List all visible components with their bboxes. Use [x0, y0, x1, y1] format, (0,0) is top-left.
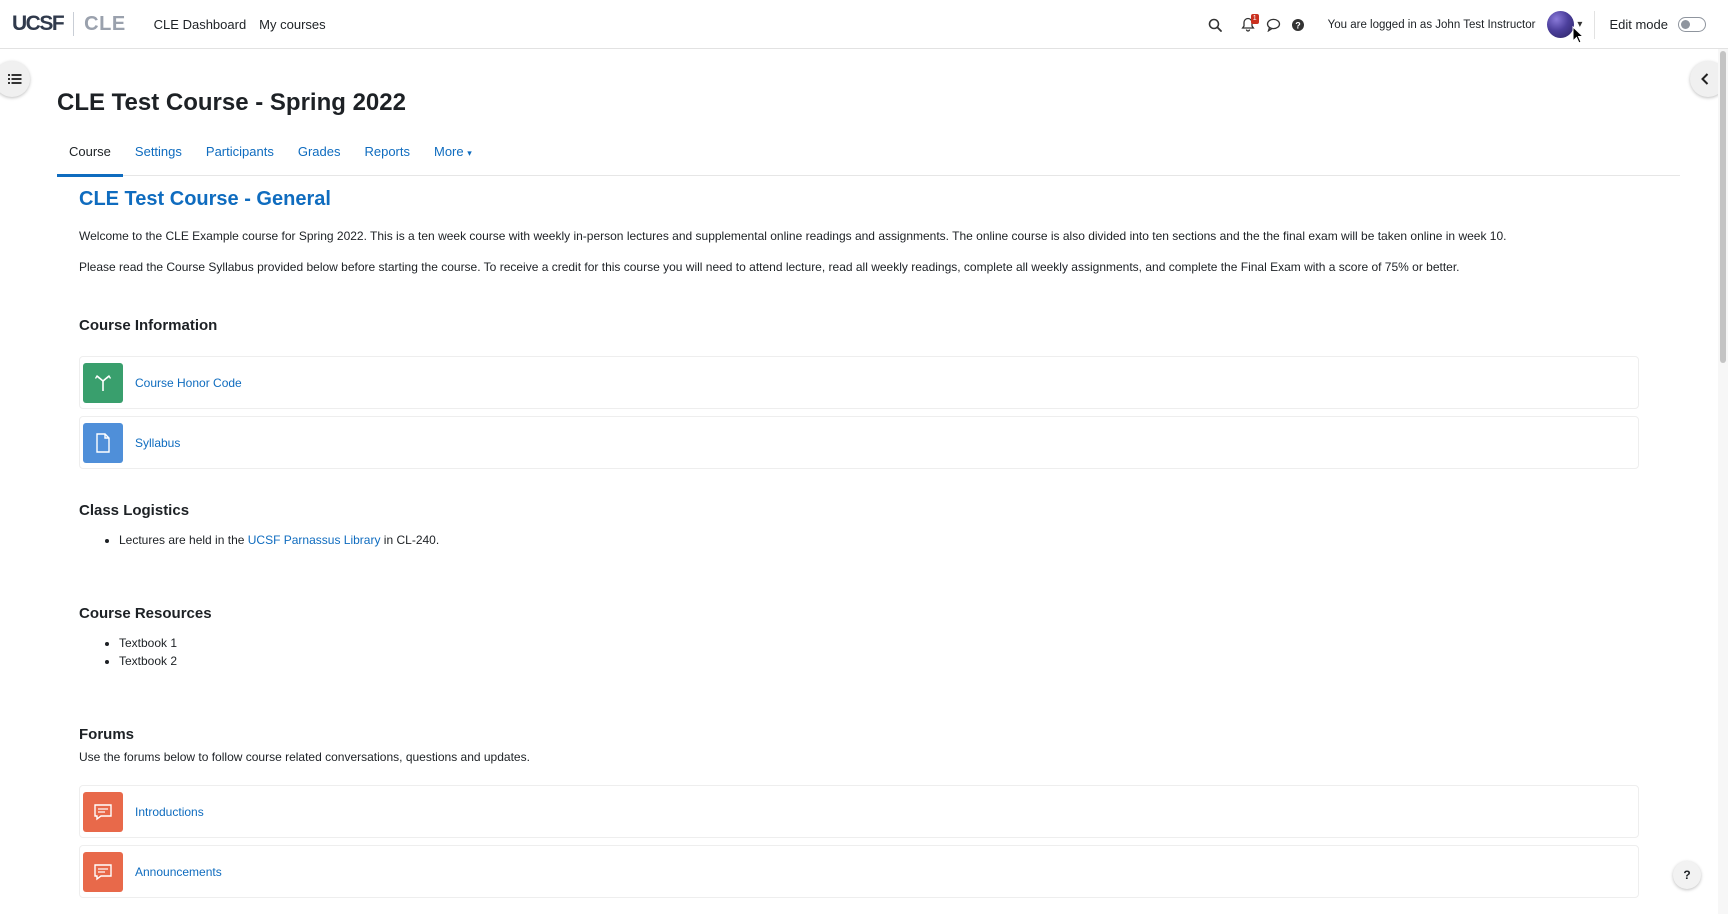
activity-syllabus[interactable]: Syllabus — [79, 416, 1639, 469]
tab-reports[interactable]: Reports — [352, 140, 422, 176]
brand-cle: CLE — [84, 12, 126, 35]
course-content: CLE Test Course - General Welcome to the… — [79, 188, 1639, 905]
chart-icon — [83, 362, 123, 403]
tab-settings[interactable]: Settings — [123, 140, 194, 176]
mouse-cursor-icon — [1572, 26, 1584, 44]
chevron-down-icon: ▾ — [467, 148, 472, 158]
logistics-list: Lectures are held in the UCSF Parnassus … — [119, 531, 1639, 549]
site-logo[interactable]: UCSF CLE — [12, 0, 126, 49]
primary-navigation: CLE Dashboard My courses — [154, 17, 339, 32]
user-navigation: 1 ? You are logged in as John Test Instr… — [1203, 0, 1728, 49]
activity-label[interactable]: Syllabus — [135, 436, 180, 450]
login-info: You are logged in as John Test Instructo… — [1327, 18, 1536, 31]
tab-course[interactable]: Course — [57, 140, 123, 177]
course-tabs: Course Settings Participants Grades Repo… — [57, 140, 1680, 177]
resources-list: Textbook 1 Textbook 2 — [119, 634, 1639, 670]
activity-label[interactable]: Course Honor Code — [135, 376, 242, 390]
tab-more[interactable]: More ▾ — [422, 140, 484, 176]
class-logistics-heading: Class Logistics — [79, 502, 190, 519]
activity-course-honor-code[interactable]: Course Honor Code — [79, 356, 1639, 409]
logistics-suffix: in CL-240. — [380, 533, 440, 547]
course-index-toggle[interactable] — [0, 61, 30, 97]
svg-text:?: ? — [1295, 20, 1301, 30]
course-information-heading: Course Information — [79, 317, 218, 334]
tab-more-label: More — [434, 144, 464, 159]
activity-announcements[interactable]: Announcements — [79, 845, 1639, 898]
forum-icon — [83, 851, 123, 892]
course-resources-heading: Course Resources — [79, 605, 212, 622]
edit-mode-label: Edit mode — [1609, 17, 1668, 32]
top-navbar: UCSF CLE CLE Dashboard My courses 1 ? Yo… — [0, 0, 1728, 49]
file-icon — [83, 422, 123, 463]
tab-participants[interactable]: Participants — [194, 140, 286, 176]
search-icon[interactable] — [1203, 12, 1228, 37]
activity-introductions[interactable]: Introductions — [79, 785, 1639, 838]
nav-cle-dashboard[interactable]: CLE Dashboard — [154, 17, 247, 32]
forum-icon — [83, 791, 123, 832]
chat-icon[interactable] — [1261, 12, 1286, 37]
navbar-divider — [1594, 10, 1596, 39]
chevron-left-icon — [1701, 73, 1709, 85]
brand-ucsf: UCSF — [12, 12, 65, 35]
section-title[interactable]: CLE Test Course - General — [79, 188, 1639, 211]
brand-divider — [73, 12, 75, 36]
activity-label[interactable]: Introductions — [135, 805, 204, 819]
scrollbar[interactable] — [1718, 49, 1728, 914]
page-title: CLE Test Course - Spring 2022 — [57, 89, 406, 116]
edit-mode-toggle[interactable] — [1678, 17, 1706, 32]
list-icon — [8, 74, 22, 84]
forums-description: Use the forums below to follow course re… — [79, 750, 530, 764]
bell-icon[interactable]: 1 — [1236, 12, 1261, 37]
notification-badge: 1 — [1250, 14, 1259, 24]
library-link[interactable]: UCSF Parnassus Library — [248, 533, 381, 547]
list-item: Textbook 2 — [119, 652, 1639, 670]
forums-heading: Forums — [79, 726, 135, 743]
logistics-prefix: Lectures are held in the — [119, 533, 248, 547]
instructions-text: Please read the Course Syllabus provided… — [79, 260, 1460, 274]
activity-label[interactable]: Announcements — [135, 865, 222, 879]
help-button[interactable]: ? — [1673, 861, 1701, 889]
scrollbar-thumb[interactable] — [1720, 51, 1726, 363]
page: UCSF CLE CLE Dashboard My courses 1 ? Yo… — [0, 0, 1728, 914]
list-item: Textbook 1 — [119, 634, 1639, 652]
user-avatar[interactable] — [1547, 11, 1575, 38]
help-icon[interactable]: ? — [1286, 12, 1311, 37]
list-item: Lectures are held in the UCSF Parnassus … — [119, 531, 1639, 549]
tab-grades[interactable]: Grades — [286, 140, 353, 176]
nav-my-courses[interactable]: My courses — [259, 17, 325, 32]
welcome-text: Welcome to the CLE Example course for Sp… — [79, 229, 1507, 243]
